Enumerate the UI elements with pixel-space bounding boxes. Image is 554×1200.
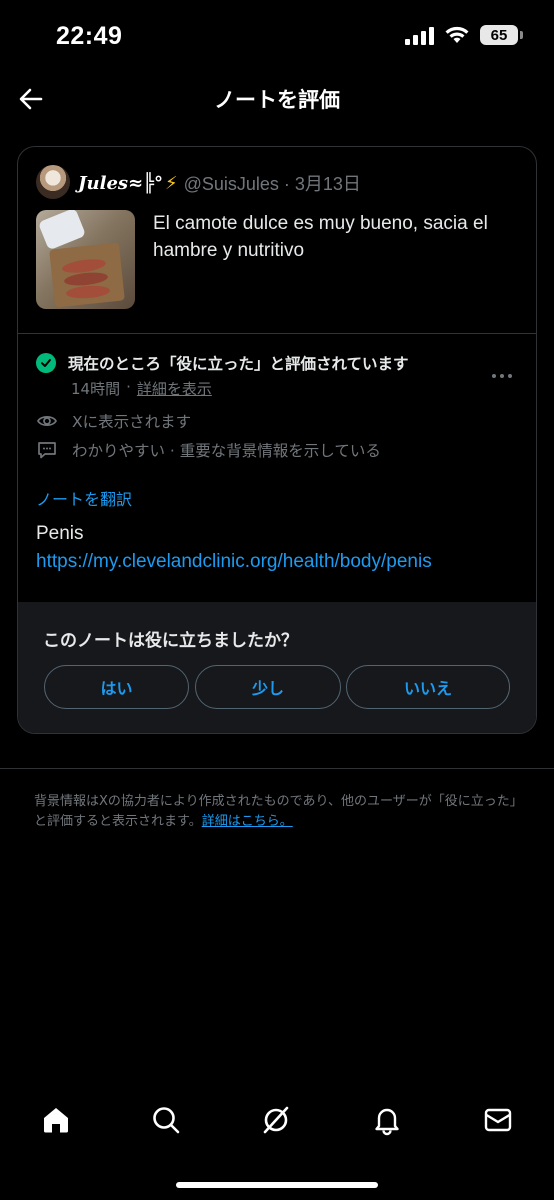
avatar[interactable] <box>36 165 70 199</box>
tab-grok[interactable] <box>256 1100 296 1140</box>
notifications-bell-icon <box>375 1108 399 1136</box>
lightning-emoji-icon: ⚡ <box>164 172 178 194</box>
note-meta-time: 14時間 · 詳細を表示 <box>71 378 212 399</box>
note-body-text: Penis <box>36 523 84 544</box>
reasons-row: わかりやすい · 重要な背景情報を示している <box>36 439 381 461</box>
status-bar: 22:49 65 <box>0 0 554 72</box>
post-author-line: Jules≈╠° ⚡ @SuisJules · 3月13日 <box>78 170 361 196</box>
tab-bar <box>0 1090 554 1150</box>
battery-level: 65 <box>490 26 508 44</box>
rating-question: このノートは役に立ちましたか？ <box>43 631 298 651</box>
more-options-button[interactable] <box>488 370 516 382</box>
status-icons: 65 <box>405 25 523 45</box>
rate-no-button[interactable]: いいえ <box>346 665 510 709</box>
rating-prompt: このノートは役に立ちましたか？ はい 少し いいえ <box>18 602 536 733</box>
note-time-ago: 14時間 <box>71 380 121 398</box>
tab-notifications[interactable] <box>367 1100 407 1140</box>
rate-somewhat-button[interactable]: 少し <box>195 665 341 709</box>
home-icon <box>44 1108 68 1133</box>
rate-yes-button[interactable]: はい <box>44 665 189 709</box>
separator: · <box>126 378 131 396</box>
cellular-signal-icon <box>405 25 434 45</box>
more-dots-icon <box>492 374 496 378</box>
author-handle-date: @SuisJules · 3月13日 <box>183 174 361 194</box>
messages-envelope-icon <box>484 1108 512 1132</box>
note-card: Jules≈╠° ⚡ @SuisJules · 3月13日 El camote … <box>17 146 537 734</box>
learn-more-link[interactable]: 詳細はこちら。 <box>202 814 293 829</box>
note-reasons: わかりやすい · 重要な背景情報を示している <box>72 442 381 460</box>
tab-search[interactable] <box>146 1100 186 1140</box>
comment-bubble-icon <box>38 442 56 459</box>
tab-messages[interactable] <box>478 1100 518 1140</box>
grok-icon <box>263 1106 289 1134</box>
check-circle-icon <box>36 353 56 373</box>
status-time: 22:49 <box>56 22 123 50</box>
note-status-row: 現在のところ「役に立った」と評価されています <box>36 352 409 374</box>
community-note: 現在のところ「役に立った」と評価されています 14時間 · 詳細を表示 Xに表示… <box>18 334 536 602</box>
tab-home[interactable] <box>36 1100 76 1140</box>
wifi-icon <box>445 26 469 43</box>
author-name[interactable]: Jules≈╠° <box>78 173 163 194</box>
home-indicator <box>176 1182 378 1188</box>
note-source-link[interactable]: https://my.clevelandclinic.org/health/bo… <box>36 548 432 576</box>
footnote: 背景情報はXの協力者により作成されたものであり、他のユーザーが「役に立った」と評… <box>34 792 528 832</box>
search-icon <box>153 1107 180 1134</box>
eye-icon <box>37 416 57 426</box>
divider <box>0 768 554 769</box>
post-text: El camote dulce es muy bueno, sacia el h… <box>153 213 488 261</box>
translate-note-link[interactable]: ノートを翻訳 <box>36 486 132 510</box>
post-media-thumbnail[interactable] <box>36 210 135 309</box>
battery-icon: 65 <box>480 25 523 45</box>
note-body: Penis https://my.clevelandclinic.org/hea… <box>36 520 432 576</box>
visibility-row: Xに表示されます <box>36 410 191 432</box>
note-status-label: 現在のところ「役に立った」と評価されています <box>68 355 409 373</box>
quoted-post[interactable]: Jules≈╠° ⚡ @SuisJules · 3月13日 El camote … <box>18 147 536 334</box>
nav-bar: ノートを評価 <box>0 72 554 126</box>
page-title: ノートを評価 <box>214 88 340 112</box>
show-details-link[interactable]: 詳細を表示 <box>137 378 212 399</box>
visibility-text: Xに表示されます <box>72 413 192 431</box>
